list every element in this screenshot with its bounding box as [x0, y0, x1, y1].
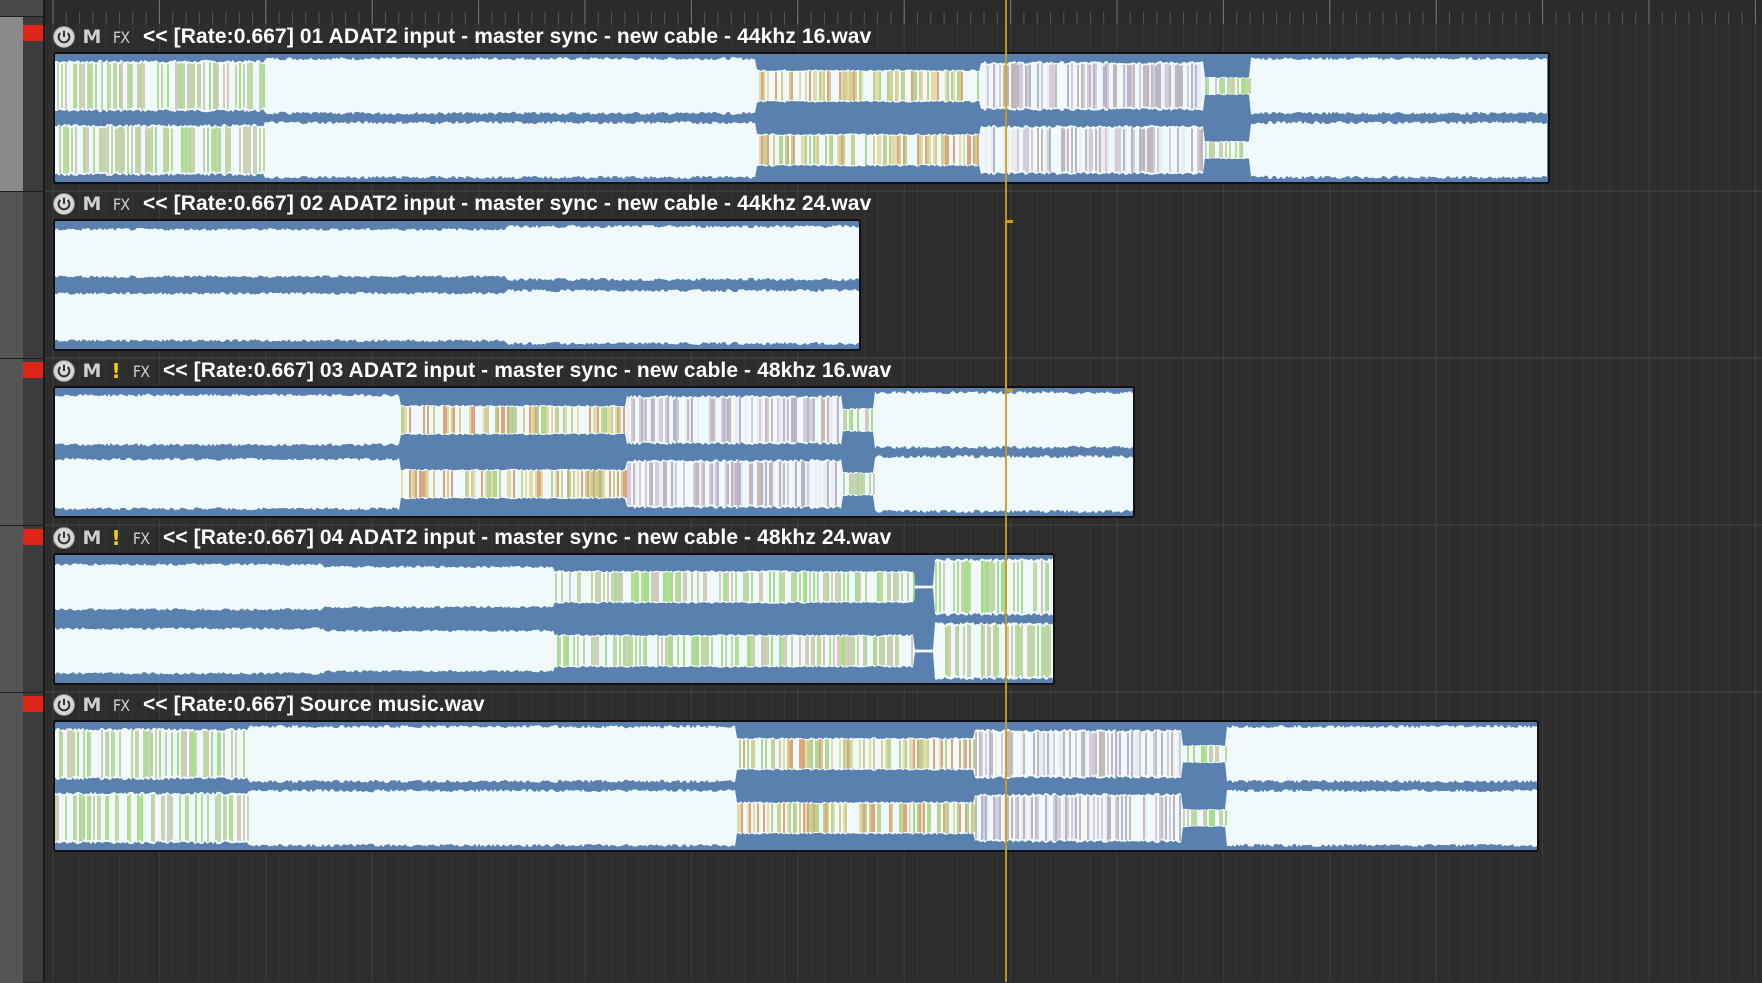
mute-button[interactable]: M [81, 527, 103, 549]
item-header: M ! FX << [Rate:0.667] 03 ADAT2 input - … [53, 358, 891, 384]
record-arm-indicator[interactable] [23, 696, 43, 712]
item-title: << [Rate:0.667] 03 ADAT2 input - master … [163, 359, 892, 382]
waveform[interactable] [53, 52, 1550, 184]
track-control-strip [0, 0, 45, 983]
item-title: << [Rate:0.667] Source music.wav [143, 693, 485, 716]
track-4-tcp[interactable] [0, 525, 43, 693]
record-arm-indicator[interactable] [23, 25, 43, 41]
item-power-icon[interactable] [53, 26, 75, 48]
record-arm-indicator[interactable] [23, 529, 43, 545]
arrange-view[interactable]: M FX << [Rate:0.667] 01 ADAT2 input - ma… [45, 0, 1762, 982]
item-header: M FX << [Rate:0.667] 02 ADAT2 input - ma… [53, 191, 871, 217]
fx-button[interactable]: FX [109, 696, 133, 715]
edit-cursor[interactable] [1005, 0, 1007, 982]
track-1-tcp[interactable] [0, 16, 43, 192]
fx-button[interactable]: FX [109, 28, 133, 47]
arrange-window: M FX << [Rate:0.667] 01 ADAT2 input - ma… [0, 0, 1762, 983]
item-power-icon[interactable] [53, 527, 75, 549]
fx-button[interactable]: FX [129, 362, 153, 381]
waveform[interactable] [53, 386, 1135, 518]
item-power-icon[interactable] [53, 360, 75, 382]
track-3-tcp[interactable] [0, 358, 43, 526]
mute-button[interactable]: M [81, 193, 103, 215]
item-power-icon[interactable] [53, 193, 75, 215]
warning-icon[interactable]: ! [109, 526, 123, 550]
track-2-tcp[interactable] [0, 191, 43, 359]
track-5-tcp[interactable] [0, 692, 43, 983]
item-header: M ! FX << [Rate:0.667] 04 ADAT2 input - … [53, 525, 891, 551]
waveform[interactable] [53, 720, 1539, 852]
record-arm-indicator[interactable] [23, 362, 43, 378]
waveform[interactable] [53, 553, 1055, 685]
item-header: M FX << [Rate:0.667] 01 ADAT2 input - ma… [53, 24, 871, 50]
item-title: << [Rate:0.667] 01 ADAT2 input - master … [143, 25, 872, 48]
mute-button[interactable]: M [81, 26, 103, 48]
mute-button[interactable]: M [81, 694, 103, 716]
item-title: << [Rate:0.667] 04 ADAT2 input - master … [163, 526, 892, 549]
fx-button[interactable]: FX [109, 195, 133, 214]
item-title: << [Rate:0.667] 02 ADAT2 input - master … [143, 192, 872, 215]
item-power-icon[interactable] [53, 694, 75, 716]
mute-button[interactable]: M [81, 360, 103, 382]
fx-button[interactable]: FX [129, 529, 153, 548]
waveform[interactable] [53, 219, 861, 351]
tcp-header [0, 0, 43, 17]
warning-icon[interactable]: ! [109, 359, 123, 383]
item-header: M FX << [Rate:0.667] Source music.wav [53, 692, 485, 718]
